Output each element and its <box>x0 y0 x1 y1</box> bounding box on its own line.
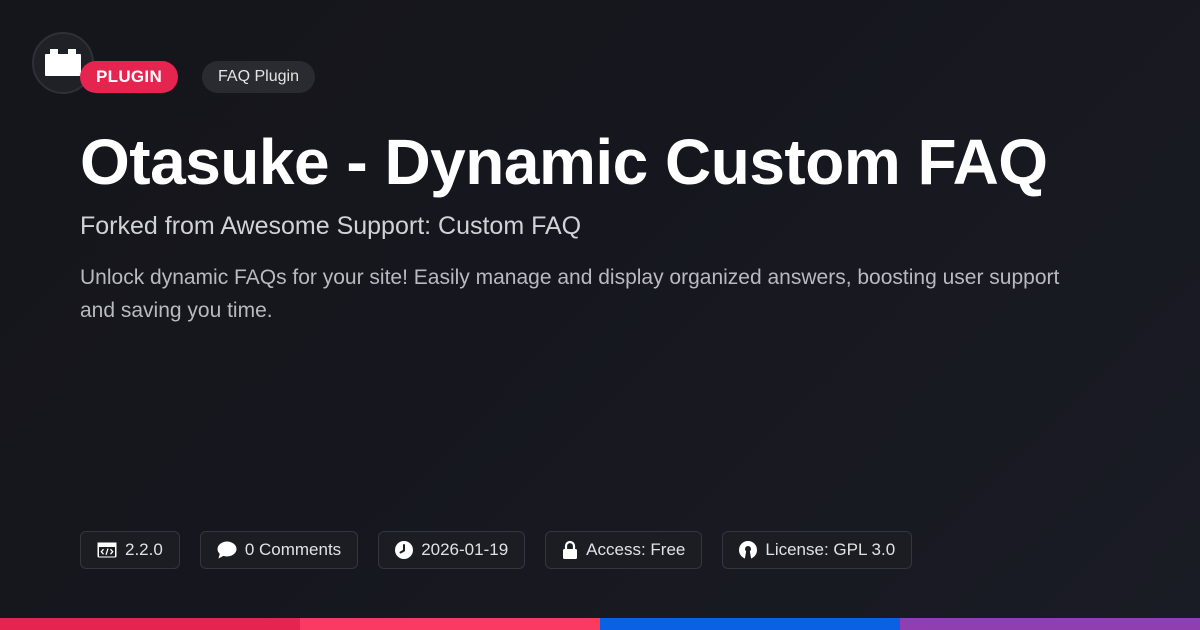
meta-access: Access: Free <box>545 531 703 569</box>
color-bar-segment <box>900 618 1200 630</box>
clock-icon <box>395 541 414 559</box>
license-label: License: GPL 3.0 <box>765 540 896 559</box>
meta-license: License: GPL 3.0 <box>722 531 913 569</box>
color-bar-segment <box>600 618 900 630</box>
color-bar-segment <box>300 618 600 630</box>
page-title: Otasuke - Dynamic Custom FAQ <box>80 126 1048 198</box>
page-description: Unlock dynamic FAQs for your site! Easil… <box>80 266 1060 322</box>
badge-row: PLUGIN FAQ Plugin <box>80 61 315 93</box>
meta-version: 2.2.0 <box>80 531 180 569</box>
color-bar <box>0 618 1200 630</box>
plugin-block-icon <box>45 49 81 76</box>
meta-comments[interactable]: 0 Comments <box>199 531 359 569</box>
open-source-icon <box>739 541 758 559</box>
date-label: 2026-01-19 <box>421 540 509 559</box>
comments-label: 0 Comments <box>244 540 342 559</box>
comment-icon <box>217 541 237 559</box>
meta-row: 2.2.0 0 Comments 2026-01-19 Access: Free… <box>80 531 913 569</box>
code-icon <box>97 542 117 558</box>
version-label: 2.2.0 <box>125 540 163 559</box>
type-badge: PLUGIN <box>80 61 179 93</box>
color-bar-segment <box>0 618 300 630</box>
category-badge[interactable]: FAQ Plugin <box>202 61 315 93</box>
meta-date: 2026-01-19 <box>378 531 526 569</box>
lock-icon <box>563 540 578 559</box>
access-label: Access: Free <box>586 540 686 559</box>
page-subtitle: Forked from Awesome Support: Custom FAQ <box>80 212 582 240</box>
